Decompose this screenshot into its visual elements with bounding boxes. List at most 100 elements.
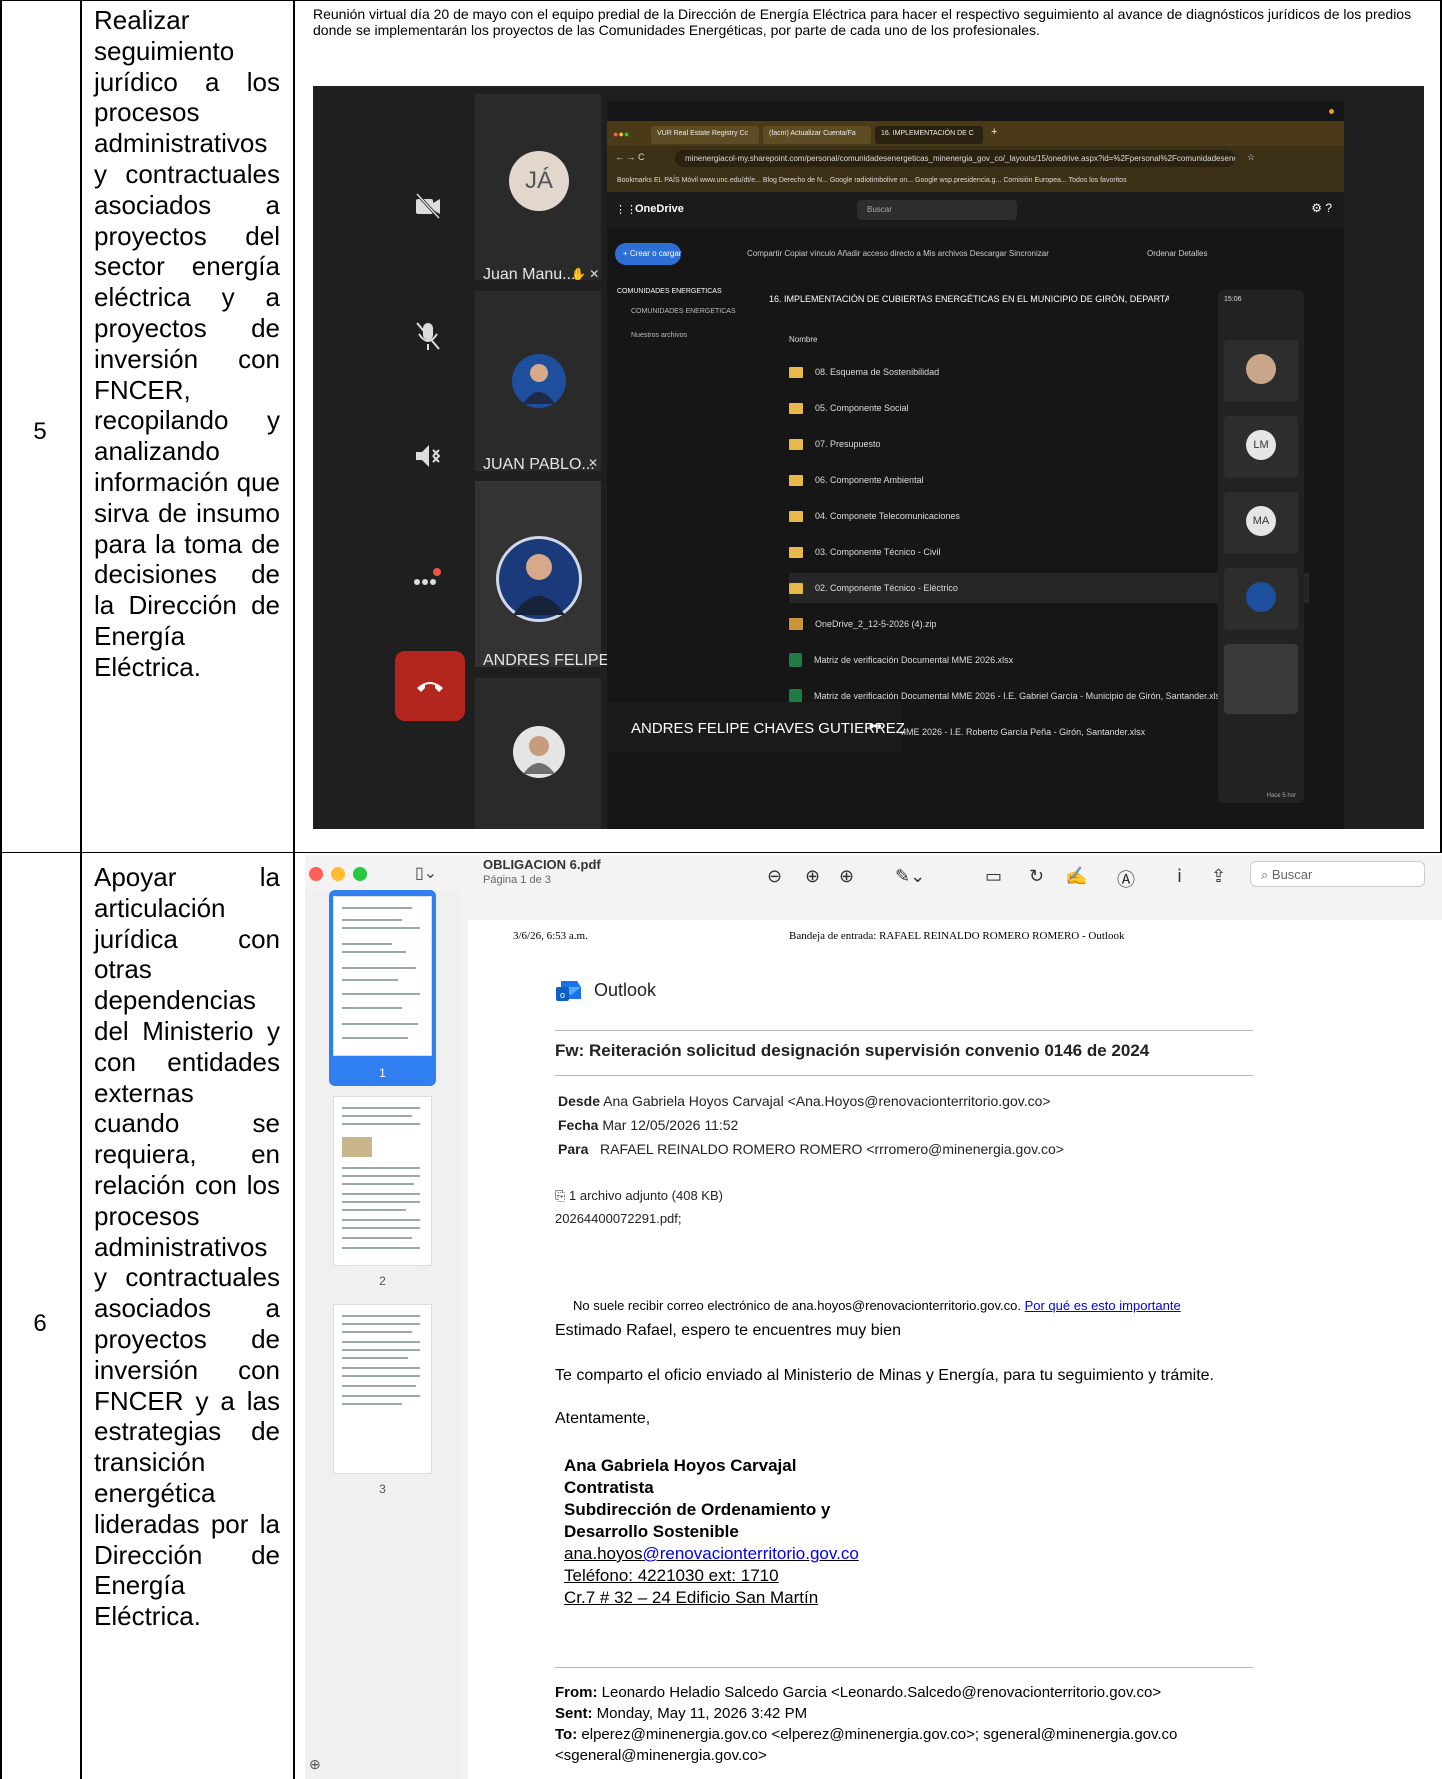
app-name: Outlook	[594, 980, 657, 1000]
create-button[interactable]: + Crear o cargar	[615, 243, 681, 265]
star-icon[interactable]: ☆	[1247, 152, 1255, 163]
more-options-icon[interactable]	[403, 551, 453, 601]
divider	[555, 1075, 1253, 1076]
obligation-description: Apoyar la articulación jurídica con otra…	[94, 862, 280, 1632]
mic-off-icon: ✕	[588, 456, 599, 470]
pdf-viewer-screenshot: ▯⌄ OBLIGACION 6.pdf Página 1 de 3 ⊖ ⊕ ⊕ …	[305, 855, 1442, 1779]
zoom-out-icon[interactable]: ⊖	[767, 866, 782, 887]
thumb-number: 3	[379, 1482, 386, 1496]
browser-tab[interactable]: (facm) Actualizar Cuenta/Fa	[763, 126, 871, 144]
email-subject: Fw: Reiteración solicitud designación su…	[555, 1041, 1150, 1060]
mic-off-icon[interactable]	[403, 311, 453, 361]
column-header[interactable]: Nombre	[789, 335, 817, 344]
zoom-window-button[interactable]	[353, 867, 367, 881]
pdf-page: 3/6/26, 6:53 a.m. Bandeja de entrada: RA…	[468, 920, 1442, 1779]
settings-icon[interactable]: ⚙ ?	[1311, 201, 1332, 215]
table-top-border	[0, 0, 1442, 1]
bookmarks-bar: Bookmarks EL PAÍS Móvil www.unc.edu/dt/e…	[607, 172, 1344, 192]
tab-bar: ●●● VUR Real Estate Registry Cc (facm) A…	[607, 121, 1344, 146]
browser-tab[interactable]: VUR Real Estate Registry Cc	[651, 126, 759, 144]
markup-icon[interactable]: ✎⌄	[895, 866, 925, 887]
svg-text:o: o	[560, 990, 565, 1000]
minimize-window-button[interactable]	[331, 867, 345, 881]
thumb-number: 1	[379, 1066, 386, 1080]
excel-icon	[789, 689, 802, 703]
speaker-more-icon[interactable]: •••	[869, 719, 882, 733]
participant-name: Juan Manu...	[483, 266, 576, 283]
sidebar-toggle-icon[interactable]: ▯⌄	[415, 863, 437, 883]
breadcrumb: 16. IMPLEMENTACIÓN DE CUBIERTAS ENERGÉTI…	[769, 294, 1169, 304]
speaker-icon[interactable]	[403, 431, 453, 481]
app-grid-icon[interactable]: ⋮⋮	[615, 203, 637, 216]
attachment-count: ⎘ 1 archivo adjunto (408 KB)	[555, 1188, 723, 1203]
zoom-in-icon[interactable]: ⊕	[805, 866, 820, 887]
info-icon[interactable]: ⅰ	[1177, 866, 1182, 887]
participant-tile	[1224, 568, 1298, 630]
zoom-fit-icon[interactable]: ⊕	[839, 866, 854, 887]
thumb-number: 2	[379, 1274, 386, 1288]
avatar: JÁ	[509, 151, 569, 211]
participant-tile	[1224, 340, 1298, 402]
print-header-left: 3/6/26, 6:53 a.m.	[513, 930, 588, 942]
avatar: MA	[1246, 506, 1276, 536]
camera-off-icon[interactable]	[403, 181, 453, 231]
command-bar[interactable]: Compartir Copiar vínculo Añadir acceso d…	[747, 249, 1049, 258]
close-window-button[interactable]	[309, 867, 323, 881]
participant-tile: MA	[1224, 492, 1298, 554]
highlight-icon[interactable]: Ⓐ	[1117, 866, 1135, 892]
window-controls: ●●●	[613, 129, 630, 139]
nav-item[interactable]: COMUNIDADES ENERGETICAS	[617, 288, 722, 295]
nav-arrows-icon[interactable]: ← → C	[615, 152, 645, 162]
warning-link[interactable]: Por qué es esto importante	[1025, 1298, 1181, 1313]
avatar	[1246, 582, 1276, 612]
zip-icon	[789, 618, 803, 630]
page-thumbnail[interactable]	[333, 1304, 432, 1474]
col-divider-1	[80, 0, 82, 1779]
table-left-border	[0, 0, 2, 1779]
nav-item[interactable]: Nuestros archivos	[631, 332, 687, 339]
app-name: OneDrive	[635, 203, 684, 215]
email-closing: Atentamente,	[555, 1410, 651, 1427]
participant-name: JUAN PABLO...	[483, 456, 595, 473]
search-input[interactable]: Buscar	[857, 200, 1017, 220]
sig-phone: Teléfono: 4221030 ext: 1710	[564, 1566, 779, 1585]
sign-icon[interactable]: ✍	[1065, 866, 1087, 887]
outlook-logo: o	[555, 977, 583, 1008]
attachment-name[interactable]: 20264400072291.pdf;	[555, 1211, 682, 1226]
end-call-button[interactable]	[395, 651, 465, 721]
sig-email[interactable]: ana.hoyos@renovacionterritorio.gov.co	[564, 1543, 859, 1565]
new-tab-icon[interactable]: +	[991, 126, 997, 138]
folder-icon	[789, 474, 803, 486]
page-thumbnail[interactable]	[333, 896, 432, 1056]
col-divider-2	[293, 0, 295, 1779]
address-bar: ← → C minenergiacol-my.sharepoint.com/pe…	[607, 146, 1344, 172]
sig-name: Ana Gabriela Hoyos Carvajal	[564, 1456, 797, 1475]
url-input[interactable]: minenergiacol-my.sharepoint.com/personal…	[675, 150, 1235, 167]
add-page-icon[interactable]: ⊕	[309, 1756, 321, 1773]
page-thumbnail[interactable]	[333, 1096, 432, 1266]
excel-icon	[789, 653, 802, 667]
share-icon[interactable]: ⇪	[1211, 866, 1226, 887]
list-item[interactable]: ...ental MME 2026 - I.E. Roberto García …	[869, 717, 1199, 747]
email-to: Para RAFAEL REINALDO ROMERO ROMERO <rrro…	[558, 1141, 1064, 1157]
meeting-screenshot: JÁ Juan Manu... ✋ ✕ JUAN PABLO... ✕ ANDR…	[313, 86, 1424, 829]
browser-tab-active[interactable]: 16. IMPLEMENTACIÓN DE C	[875, 126, 983, 144]
nav-item[interactable]: COMUNIDADES ENERGETICAS	[631, 308, 736, 315]
email-body: Te comparto el oficio enviado al Ministe…	[555, 1367, 1214, 1384]
paperclip-icon: ⎘	[555, 1188, 566, 1203]
search-icon: ⌕	[1261, 867, 1269, 882]
avatar	[513, 726, 565, 778]
fwd-sent: Sent: Monday, May 11, 2026 3:42 PM	[555, 1705, 808, 1722]
sig-role: Contratista	[564, 1478, 654, 1497]
orange-dot	[1329, 109, 1334, 114]
onedrive-header: ⋮⋮ OneDrive Buscar ⚙ ?	[607, 192, 1344, 228]
signature: Ana Gabriela Hoyos Carvajal Contratista …	[564, 1455, 859, 1609]
folder-icon	[789, 438, 803, 450]
divider	[555, 1667, 1253, 1668]
form-icon[interactable]: ▭	[985, 866, 1002, 887]
evidence-text: Reunión virtual día 20 de mayo con el eq…	[313, 6, 1412, 38]
rotate-icon[interactable]: ↻	[1029, 866, 1044, 887]
search-field[interactable]: ⌕ Buscar	[1250, 861, 1425, 887]
thumbnail-sidebar: 1 2 3 ⊕	[305, 890, 460, 1779]
command-bar-right[interactable]: Ordenar Detalles	[1147, 249, 1207, 258]
